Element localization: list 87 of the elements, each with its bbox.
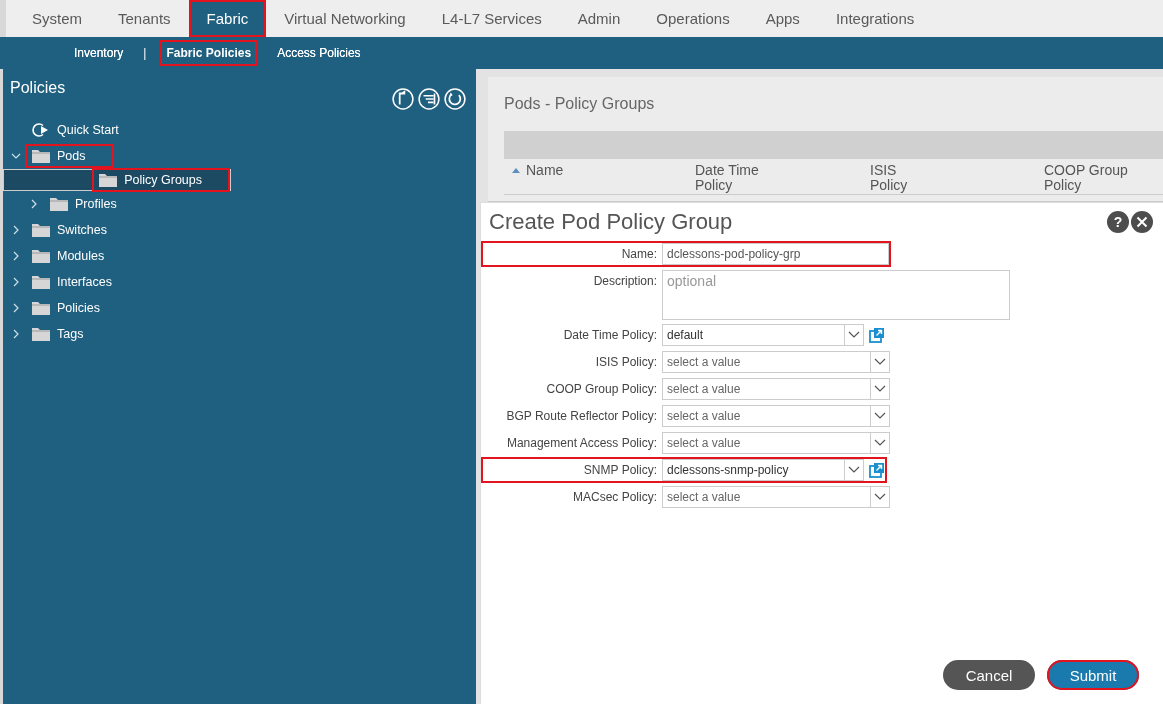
tree-row[interactable]: Interfaces [3,269,476,295]
tree-item[interactable]: Pods [25,144,114,168]
tree-row[interactable]: Profiles [3,191,476,217]
tree-row[interactable]: Tags [3,321,476,347]
chevron-right-icon[interactable] [11,303,21,313]
nav-tab[interactable]: Apps [747,0,818,37]
column-header[interactable]: ISIS Policy [870,163,1044,194]
folder-icon [31,300,51,316]
nav-tab[interactable]: Admin [559,0,639,37]
tree-row[interactable]: Switches [3,217,476,243]
nav-tab[interactable]: L4-L7 Services [423,0,560,37]
chevron-right-icon[interactable] [11,277,21,287]
sub-nav-tab[interactable]: Access Policies [271,40,367,66]
select-field[interactable]: select a value [662,405,890,427]
folder-icon [31,222,51,238]
tree-item[interactable]: Quick Start [25,118,125,142]
open-window-icon[interactable] [869,327,885,343]
nav-tab[interactable]: Operations [638,0,748,37]
tree-row[interactable]: Policies [3,295,476,321]
chevron-down-icon[interactable] [11,151,21,161]
column-header[interactable]: COOP Group Policy [1044,163,1134,194]
folder-icon [31,148,51,164]
chevron-down-icon [874,439,886,447]
tree-row[interactable]: Policy Groups [3,169,231,191]
list-icon[interactable] [418,88,440,110]
tree-row[interactable]: Modules [3,243,476,269]
tree-item[interactable]: Profiles [43,192,123,216]
chevron-right-icon[interactable] [11,225,21,235]
cancel-button[interactable]: Cancel [943,660,1035,690]
sub-nav-tab[interactable]: Fabric Policies [160,40,258,66]
nav-tab[interactable]: Fabric [188,0,267,37]
nav-tab[interactable]: System [14,0,100,37]
chevron-right-icon[interactable] [11,329,21,339]
sidebar-title: Policies [10,79,66,97]
chevron-right-icon[interactable] [29,199,39,209]
panel-title: Pods - Policy Groups [504,95,656,114]
field-label: SNMP Policy: [582,462,657,479]
field-label: BGP Route Reflector Policy: [505,408,657,425]
field-label: MACsec Policy: [571,489,657,506]
folder-icon [31,326,51,342]
text-field[interactable]: dclessons-pod-policy-grp [662,243,889,265]
chevron-down-icon [874,358,886,366]
flag-icon[interactable] [392,88,414,110]
select-field[interactable]: select a value [662,486,890,508]
field-label: COOP Group Policy: [545,381,657,398]
tree-item[interactable]: Interfaces [25,270,118,294]
folder-icon [49,196,69,212]
field-label: Description: [592,273,657,290]
open-window-icon[interactable] [869,462,885,478]
separator: | [143,46,147,60]
nav-tab[interactable]: Tenants [100,0,189,37]
refresh-icon[interactable] [444,88,466,110]
sub-nav-tab[interactable]: Inventory [68,40,130,66]
textarea-field[interactable]: optional [662,270,1010,320]
tree-item[interactable]: Policies [25,296,107,320]
select-field[interactable]: default [662,324,864,346]
submit-button[interactable]: Submit [1047,660,1139,690]
close-icon[interactable] [1131,211,1153,233]
tree-item[interactable]: Tags [25,322,90,346]
folder-icon [31,248,51,264]
select-field[interactable]: select a value [662,378,890,400]
field-label: Management Access Policy: [505,435,657,452]
chevron-down-icon [874,412,886,420]
chevron-right-icon[interactable] [11,251,21,261]
dialog-title: Create Pod Policy Group [489,209,733,235]
chevron-down-icon [874,493,886,501]
tree-item[interactable]: Modules [25,244,111,268]
select-field[interactable]: select a value [662,351,890,373]
select-field[interactable]: dclessons-snmp-policy [662,459,864,481]
select-field[interactable]: select a value [662,432,890,454]
nav-tab[interactable]: Virtual Networking [266,0,424,37]
column-header[interactable]: Date Time Policy [695,163,870,194]
tree-row[interactable]: Quick Start [3,117,476,143]
nav-tab[interactable]: Integrations [817,0,933,37]
field-label: Date Time Policy: [562,327,657,344]
field-label: Name: [620,246,657,263]
tree-item[interactable]: Switches [25,218,114,242]
chevron-down-icon [874,385,886,393]
tree-item[interactable]: Policy Groups [92,168,230,192]
chevron-down-icon [848,331,860,339]
folder-icon [31,274,51,290]
folder-icon [98,172,119,188]
chevron-down-icon [848,466,860,474]
field-label: ISIS Policy: [594,354,657,371]
help-icon[interactable]: ? [1107,211,1129,233]
tree-row[interactable]: Pods [3,143,476,169]
column-header[interactable]: Name [504,163,695,194]
